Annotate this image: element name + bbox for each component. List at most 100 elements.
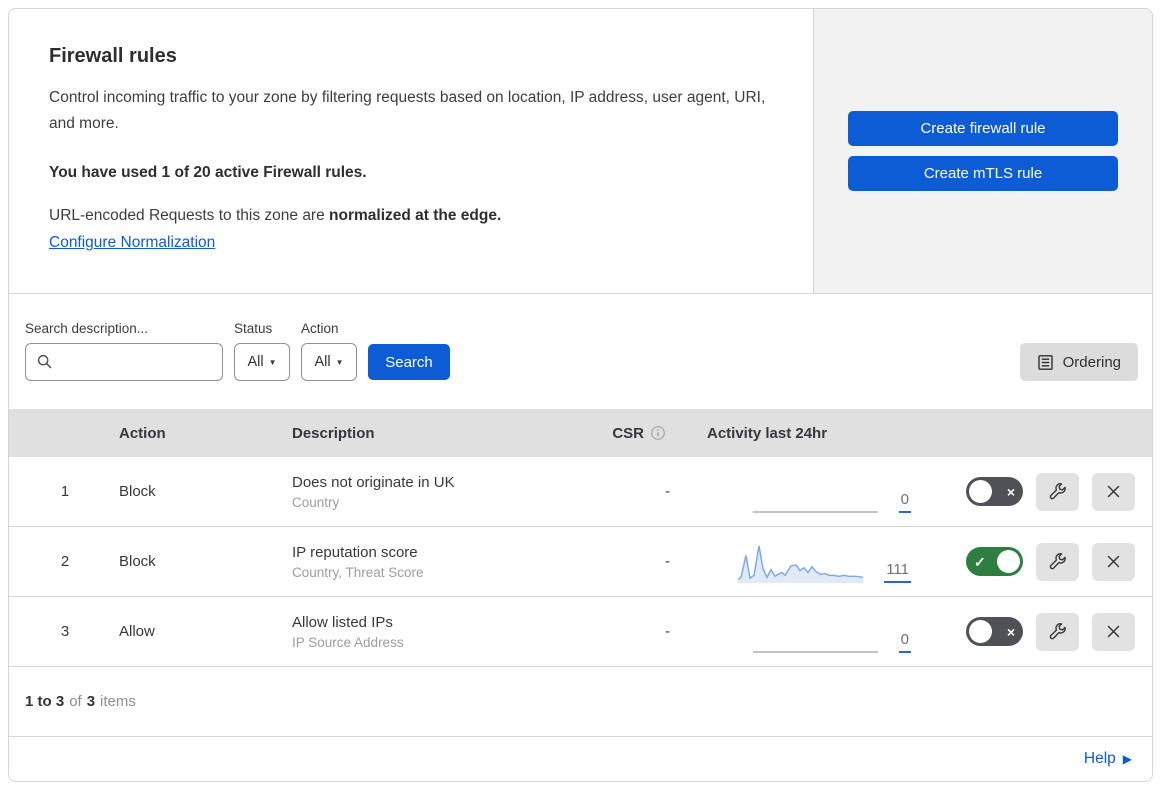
normalization-bold-text: normalized at the edge. [329, 207, 502, 224]
delete-rule-button[interactable] [1092, 612, 1135, 651]
wrench-icon [1049, 553, 1066, 570]
action-dropdown[interactable]: All ▼ [301, 343, 357, 381]
rule-criteria: IP Source Address [292, 634, 404, 650]
wrench-icon [1049, 483, 1066, 500]
search-input-wrapper [25, 343, 223, 381]
actions-panel: Create firewall rule Create mTLS rule [813, 9, 1152, 293]
status-filter-group: Status All ▼ [234, 321, 290, 381]
create-mtls-rule-button[interactable]: Create mTLS rule [848, 156, 1118, 191]
normalization-note: URL-encoded Requests to this zone are no… [49, 207, 773, 225]
activity-sparkline [738, 545, 864, 583]
rule-csr-value: - [665, 483, 670, 500]
search-input[interactable] [60, 353, 212, 371]
activity-count-link[interactable]: 0 [898, 631, 911, 653]
search-label: Search description... [25, 321, 149, 336]
action-dropdown-value: All [314, 354, 331, 370]
delete-rule-button[interactable] [1092, 542, 1135, 581]
status-dropdown-value: All [247, 354, 264, 370]
edit-rule-button[interactable] [1036, 612, 1079, 651]
status-label: Status [234, 321, 273, 336]
help-row: Help ▶ [9, 737, 1152, 781]
info-icon[interactable] [650, 425, 666, 441]
create-firewall-rule-button[interactable]: Create firewall rule [848, 111, 1118, 146]
normalization-text: URL-encoded Requests to this zone are [49, 207, 330, 224]
toggle-off-x-icon: × [1006, 623, 1015, 640]
help-link[interactable]: Help ▶ [1084, 750, 1132, 768]
chevron-down-icon: ▼ [268, 357, 277, 367]
firewall-rules-card: Firewall rules Control incoming traffic … [8, 8, 1153, 782]
header-section: Firewall rules Control incoming traffic … [9, 9, 1152, 294]
toggle-knob [969, 620, 992, 643]
search-group: Search description... [25, 321, 223, 381]
table-header: Action Description CSR Activity last 24h… [9, 409, 1152, 457]
configure-normalization-link[interactable]: Configure Normalization [49, 234, 215, 252]
rule-action: Block [119, 553, 156, 570]
items-text: items [100, 693, 136, 710]
rule-csr-value: - [665, 623, 670, 640]
close-icon [1107, 555, 1120, 568]
toggle-knob [969, 480, 992, 503]
header-text-area: Firewall rules Control incoming traffic … [9, 9, 813, 293]
wrench-icon [1049, 623, 1066, 640]
activity-sparkline-flat [752, 613, 878, 653]
activity-count-link[interactable]: 0 [898, 491, 911, 513]
rule-criteria: Country, Threat Score [292, 564, 424, 580]
edit-rule-button[interactable] [1036, 542, 1079, 581]
action-label: Action [301, 321, 339, 336]
rule-action: Block [119, 483, 156, 500]
close-icon [1107, 625, 1120, 638]
rule-description-cell: Allow listed IPs IP Source Address [272, 614, 572, 650]
rule-description: Allow listed IPs [292, 613, 393, 631]
ordering-list-icon [1037, 354, 1053, 370]
activity-count-link[interactable]: 111 [884, 561, 911, 583]
rule-activity-cell: 0 [692, 597, 917, 666]
column-header-csr: CSR [572, 425, 692, 442]
table-row: 3 Allow Allow listed IPs IP Source Addre… [9, 597, 1152, 667]
edit-rule-button[interactable] [1036, 472, 1079, 511]
rule-description: IP reputation score [292, 543, 418, 561]
help-arrow-icon: ▶ [1122, 752, 1132, 766]
csr-header-label: CSR [612, 424, 644, 442]
pagination-summary: 1 to 3 of 3 items [9, 667, 1152, 737]
close-icon [1107, 485, 1120, 498]
rule-priority: 3 [60, 623, 70, 640]
search-button[interactable]: Search [368, 344, 450, 380]
rule-activity-cell: 0 [692, 457, 917, 526]
rule-description-cell: Does not originate in UK Country [272, 474, 572, 510]
rule-enabled-toggle[interactable]: × [966, 617, 1023, 646]
status-dropdown[interactable]: All ▼ [234, 343, 290, 381]
ordering-button[interactable]: Ordering [1019, 343, 1138, 381]
rule-controls: × [917, 597, 1152, 666]
rule-priority: 1 [60, 483, 70, 500]
page-title: Firewall rules [49, 45, 177, 67]
chevron-down-icon: ▼ [335, 357, 344, 367]
rule-enabled-toggle[interactable]: × [966, 477, 1023, 506]
usage-note: You have used 1 of 20 active Firewall ru… [49, 164, 367, 181]
table-row: 1 Block Does not originate in UK Country… [9, 457, 1152, 527]
filter-bar: Search description... Status All ▼ Actio… [9, 294, 1152, 409]
column-header-action: Action [119, 424, 166, 442]
rule-controls: ✓ [917, 527, 1152, 596]
rule-csr-value: - [665, 553, 670, 570]
rule-description: Does not originate in UK [292, 473, 455, 491]
help-link-label: Help [1083, 750, 1116, 767]
toggle-knob [997, 550, 1020, 573]
search-icon [37, 354, 52, 369]
rule-criteria: Country [292, 494, 340, 510]
delete-rule-button[interactable] [1092, 472, 1135, 511]
table-row: 2 Block IP reputation score Country, Thr… [9, 527, 1152, 597]
rule-activity-cell: 111 [692, 527, 917, 596]
column-header-description: Description [292, 424, 375, 442]
of-text: of [69, 693, 82, 710]
items-total: 3 [86, 693, 96, 710]
rule-action: Allow [119, 623, 155, 640]
toggle-on-check-icon: ✓ [974, 553, 986, 570]
action-filter-group: Action All ▼ [301, 321, 357, 381]
toggle-off-x-icon: × [1006, 483, 1015, 500]
activity-sparkline-flat [752, 473, 878, 513]
ordering-button-label: Ordering [1062, 353, 1121, 371]
rule-priority: 2 [60, 553, 70, 570]
column-header-activity: Activity last 24hr [707, 424, 828, 442]
items-range: 1 to 3 [25, 693, 65, 710]
rule-enabled-toggle[interactable]: ✓ [966, 547, 1023, 576]
